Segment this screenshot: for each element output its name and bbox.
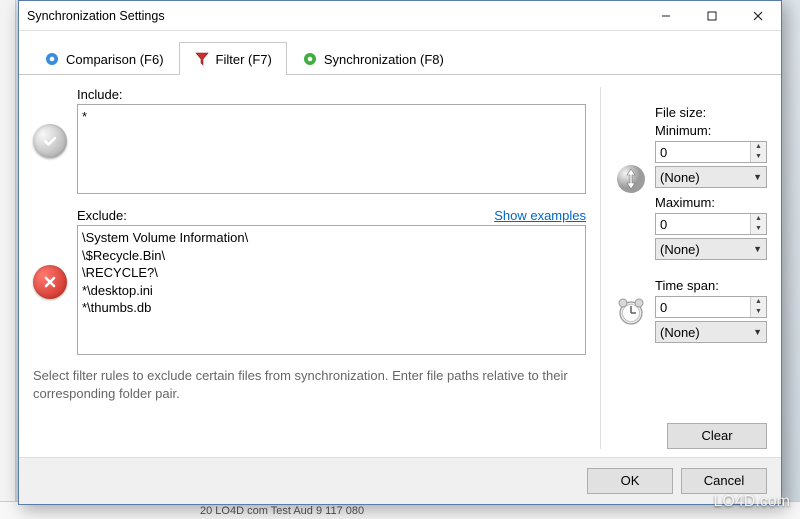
clear-button[interactable]: Clear [667, 423, 767, 449]
spin-up-icon[interactable]: ▲ [751, 142, 766, 152]
timespan-title: Time span: [655, 278, 767, 293]
sync-settings-dialog: Synchronization Settings Comparison (F6) [18, 0, 782, 505]
filter-hint-text: Select filter rules to exclude certain f… [33, 367, 586, 403]
background-strip [0, 0, 16, 519]
filesize-max-input[interactable]: ▲▼ [655, 213, 767, 235]
chevron-down-icon: ▼ [753, 327, 762, 337]
cancel-button[interactable]: Cancel [681, 468, 767, 494]
filesize-min-unit-select[interactable]: (None) ▼ [655, 166, 767, 188]
maximize-button[interactable] [689, 1, 735, 30]
spin-down-icon[interactable]: ▼ [751, 152, 766, 162]
tab-comparison-label: Comparison (F6) [66, 52, 164, 67]
timespan-unit-select[interactable]: (None) ▼ [655, 321, 767, 343]
spin-down-icon[interactable]: ▼ [751, 224, 766, 234]
tab-filter-label: Filter (F7) [216, 52, 272, 67]
minimize-button[interactable] [643, 1, 689, 30]
timespan-icon [615, 295, 647, 327]
tab-filter[interactable]: Filter (F7) [179, 42, 287, 75]
spin-down-icon[interactable]: ▼ [751, 307, 766, 317]
timespan-field[interactable] [656, 297, 750, 317]
filesize-max-unit-value: (None) [660, 242, 700, 257]
timespan-unit-value: (None) [660, 325, 700, 340]
filesize-title: File size: [655, 105, 767, 120]
include-icon [33, 124, 67, 158]
filesize-min-label: Minimum: [655, 123, 767, 138]
window-title: Synchronization Settings [27, 9, 643, 23]
filesize-max-label: Maximum: [655, 195, 767, 210]
titlebar: Synchronization Settings [19, 1, 781, 31]
tab-bar: Comparison (F6) Filter (F7) Synchronizat… [19, 31, 781, 75]
watermark-text: LO4D.com [714, 493, 790, 511]
filesize-min-input[interactable]: ▲▼ [655, 141, 767, 163]
spin-up-icon[interactable]: ▲ [751, 297, 766, 307]
spin-up-icon[interactable]: ▲ [751, 214, 766, 224]
exclude-textarea[interactable] [77, 225, 586, 355]
chevron-down-icon: ▼ [753, 244, 762, 254]
filesize-max-field[interactable] [656, 214, 750, 234]
include-label: Include: [77, 87, 123, 102]
exclude-icon [33, 265, 67, 299]
gear-blue-icon [44, 51, 60, 67]
gear-green-icon [302, 51, 318, 67]
close-button[interactable] [735, 1, 781, 30]
filesize-min-unit-value: (None) [660, 170, 700, 185]
chevron-down-icon: ▼ [753, 172, 762, 182]
filesize-icon [615, 163, 647, 195]
vertical-divider [600, 87, 601, 449]
filesize-min-field[interactable] [656, 142, 750, 162]
filesize-max-unit-select[interactable]: (None) ▼ [655, 238, 767, 260]
dialog-footer: OK Cancel [19, 457, 781, 504]
tab-comparison[interactable]: Comparison (F6) [29, 42, 179, 75]
timespan-input[interactable]: ▲▼ [655, 296, 767, 318]
ok-button[interactable]: OK [587, 468, 673, 494]
funnel-icon [194, 51, 210, 67]
exclude-label: Exclude: [77, 208, 127, 223]
show-examples-link[interactable]: Show examples [494, 208, 586, 223]
tab-sync-label: Synchronization (F8) [324, 52, 444, 67]
tab-synchronization[interactable]: Synchronization (F8) [287, 42, 459, 75]
include-textarea[interactable] [77, 104, 586, 194]
